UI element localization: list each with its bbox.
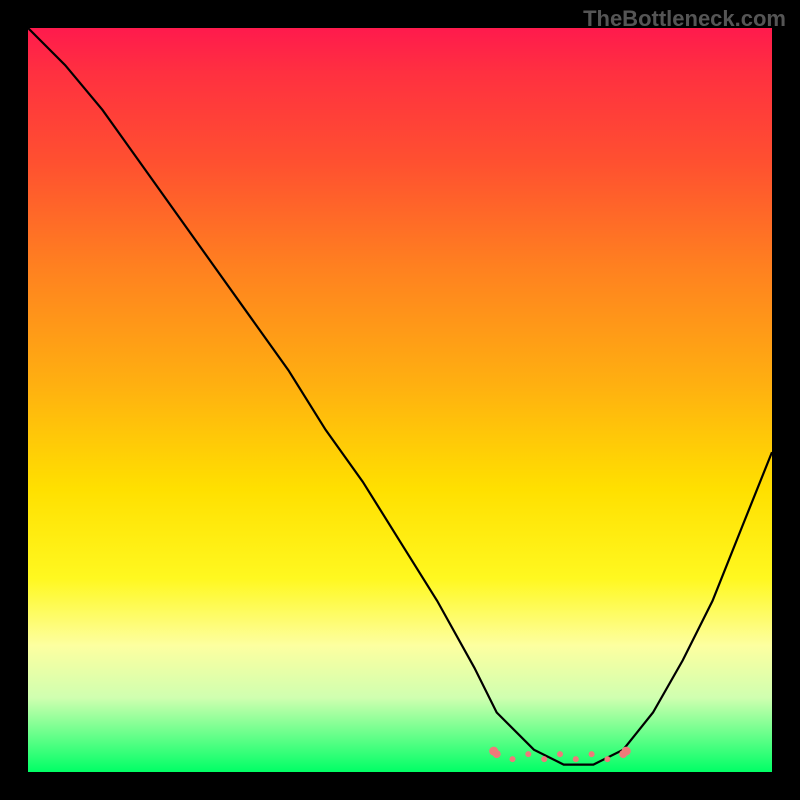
marker-dot xyxy=(604,756,610,762)
marker-dot xyxy=(541,756,547,762)
marker-dot xyxy=(589,751,595,757)
chart-area xyxy=(28,28,772,772)
marker-endcap xyxy=(622,747,631,756)
marker-dot xyxy=(557,751,563,757)
watermark-label: TheBottleneck.com xyxy=(583,6,786,32)
marker-dot xyxy=(525,751,531,757)
optimal-range-markers xyxy=(489,747,631,763)
curve-path xyxy=(28,28,772,765)
marker-dot xyxy=(510,756,516,762)
marker-dot xyxy=(573,756,579,762)
marker-endcap xyxy=(489,747,498,756)
bottleneck-curve xyxy=(28,28,772,772)
